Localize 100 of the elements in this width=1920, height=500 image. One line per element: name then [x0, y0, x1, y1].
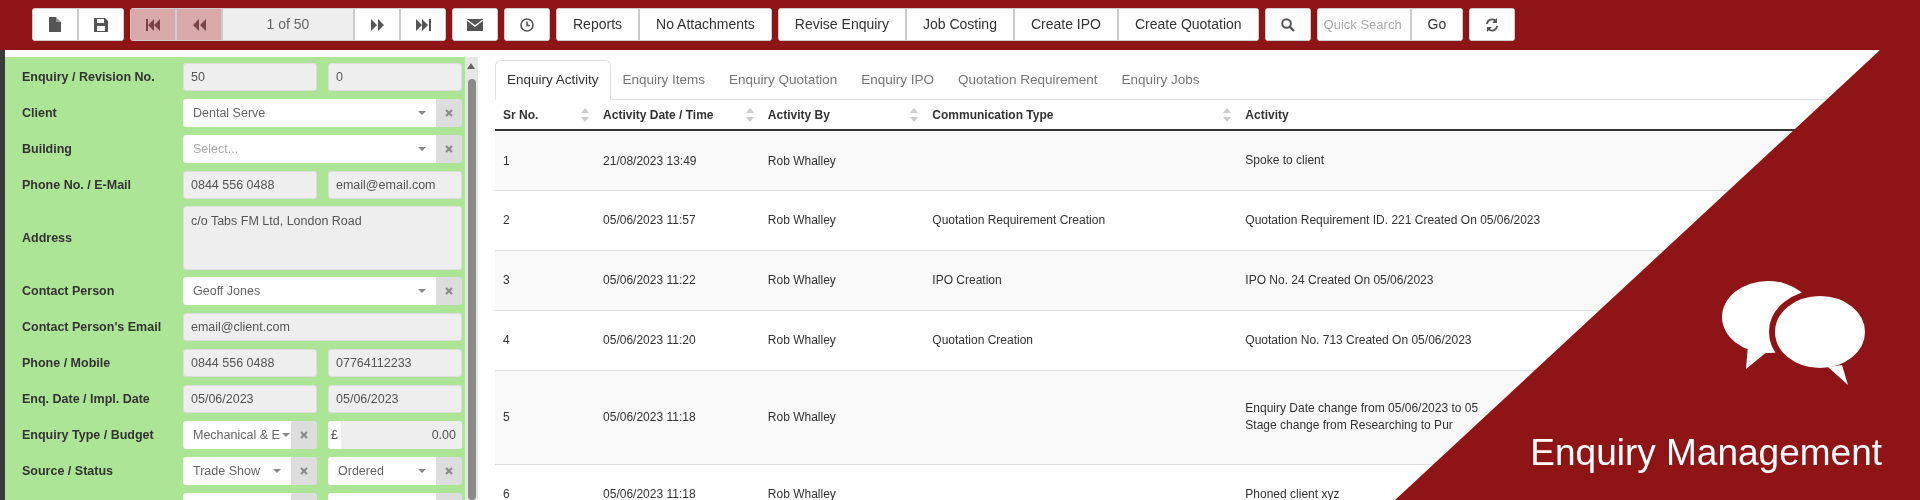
column-header[interactable]: Activity	[1245, 107, 1289, 122]
table-cell: Rob Whalley	[767, 410, 836, 425]
sort-icon[interactable]	[910, 107, 919, 124]
table-cell: Rob Whalley	[767, 153, 836, 168]
table-cell: IPO Creation	[932, 273, 1002, 288]
field-label: Enq. Date / Impl. Date	[21, 390, 151, 408]
input-field[interactable]: 0844 556 0488	[183, 171, 317, 199]
clear-button[interactable]	[436, 457, 462, 485]
input-field[interactable]: 0	[328, 63, 462, 91]
table-cell: Enquiry Date change from 05/06/2023 to 05 Stage change from Researching to Pur	[1245, 399, 1479, 435]
sort-icon[interactable]	[745, 107, 754, 124]
tab[interactable]: Enquiry Jobs	[1109, 60, 1212, 101]
table-cell: Rob Whalley	[767, 487, 836, 500]
currency-symbol: £	[328, 421, 341, 449]
budget-field[interactable]: 0.00	[340, 421, 462, 449]
field-label: Source / Status	[21, 462, 114, 480]
field-label: Enquiry / Revision No.	[21, 68, 156, 86]
table-cell: 3	[503, 273, 510, 288]
field-label: Enquiry Type / Budget	[21, 426, 155, 444]
table-cell: 1	[503, 153, 510, 168]
table-cell: IPO No. 24 Created On 05/06/2023	[1245, 272, 1434, 290]
table-cell: Phoned client xyz	[1245, 486, 1340, 500]
page-counter: 1 of 50	[222, 8, 354, 41]
toolbar-button[interactable]: Create Quotation	[1118, 8, 1259, 41]
input-field[interactable]: email@client.com	[183, 313, 462, 341]
next-button[interactable]	[354, 8, 400, 41]
table-cell: Quotation Creation	[932, 333, 1034, 348]
table-cell: 05/06/2023 11:57	[603, 213, 696, 228]
toolbar-button[interactable]: Create IPO	[1013, 8, 1118, 41]
toolbar-button[interactable]: No Attachments	[639, 8, 772, 41]
close-icon	[445, 109, 453, 117]
table-cell: 2	[503, 213, 510, 228]
select-field[interactable]: Trade Show	[183, 457, 291, 485]
field-label: Phone / Mobile	[21, 354, 112, 372]
table-cell: Quotation Requirement ID. 221 Created On 05/06/2023	[1245, 212, 1541, 230]
sort-icon[interactable]	[581, 107, 590, 124]
table-cell: 6	[503, 487, 510, 500]
input-field[interactable]: 0844 556 0488	[183, 349, 317, 377]
quick-search-field[interactable]: Quick Search	[1316, 8, 1411, 41]
table-cell: Rob Whalley	[767, 333, 836, 348]
search-icon	[1280, 17, 1295, 32]
scrollbar[interactable]	[465, 57, 478, 500]
input-field[interactable]: 05/06/2023	[328, 385, 462, 413]
toolbar-button[interactable]: Reports	[556, 8, 640, 41]
new-button[interactable]	[32, 8, 78, 41]
clear-button[interactable]	[291, 421, 317, 449]
table-cell: 05/06/2023 11:22	[603, 273, 696, 288]
toolbar-button[interactable]: Go	[1410, 8, 1464, 41]
search-button[interactable]	[1264, 8, 1311, 41]
clear-button[interactable]	[436, 99, 462, 127]
last-button[interactable]	[400, 8, 446, 41]
select-field[interactable]: Ordered	[328, 457, 436, 485]
table-cell: 05/06/2023 11:20	[603, 333, 696, 348]
table-cell: 21/08/2023 13:49	[603, 153, 697, 168]
clear-button[interactable]	[291, 457, 317, 485]
field-label: Phone No. / E-Mail	[21, 176, 133, 194]
input-field[interactable]: email@email.com	[328, 171, 462, 199]
clear-button[interactable]	[436, 135, 462, 163]
select-field[interactable]: Geoff Jones	[183, 277, 436, 305]
input-field[interactable]: 07764112233	[328, 349, 462, 377]
tab[interactable]: Enquiry Items	[610, 60, 718, 101]
close-icon	[300, 467, 308, 475]
scroll-up-arrow-icon[interactable]	[467, 63, 475, 69]
select-field[interactable]: Mechanical & E	[183, 421, 291, 449]
tab[interactable]: Enquiry IPO	[849, 60, 946, 101]
address-field[interactable]: c/o Tabs FM Ltd, London Road	[183, 206, 462, 270]
history-button[interactable]	[504, 8, 550, 41]
close-icon	[445, 287, 453, 295]
envelope-icon	[467, 18, 483, 31]
refresh-icon	[1485, 17, 1500, 32]
rewind-icon	[192, 18, 206, 31]
select-field[interactable]: Dental Serve	[183, 99, 436, 127]
email-button[interactable]	[452, 8, 498, 41]
caret-icon	[418, 147, 426, 151]
file-icon	[49, 17, 61, 32]
sort-icon[interactable]	[1223, 107, 1232, 124]
table-cell: 4	[503, 333, 510, 348]
input-field[interactable]: 05/06/2023	[183, 385, 317, 413]
table-cell: 5	[503, 410, 510, 425]
clock-icon	[520, 17, 534, 32]
caret-icon	[273, 469, 281, 473]
tab[interactable]: Enquiry Activity	[495, 60, 611, 101]
toolbar-button[interactable]: Job Costing	[906, 8, 1014, 41]
caret-icon	[418, 469, 426, 473]
table-cell: 05/06/2023 11:18	[603, 410, 696, 425]
clear-button[interactable]	[436, 277, 462, 305]
toolbar-button[interactable]: Revise Enquiry	[777, 8, 906, 41]
caret-icon	[418, 289, 426, 293]
tab[interactable]: Enquiry Quotation	[717, 60, 850, 101]
field-label: Contact Person	[21, 282, 116, 300]
table-cell: Quotation No. 713 Created On 05/06/2023	[1245, 332, 1472, 350]
table-cell: Quotation Requirement Creation	[932, 213, 1106, 228]
close-icon	[445, 467, 453, 475]
tab[interactable]: Quotation Requirement	[945, 60, 1110, 101]
input-field[interactable]: 50	[183, 63, 317, 91]
refresh-button[interactable]	[1469, 8, 1516, 41]
table-cell: Rob Whalley	[767, 273, 836, 288]
save-button[interactable]	[78, 8, 124, 41]
skip-forward-icon	[415, 18, 431, 31]
banner-title: Enquiry Management	[1530, 430, 1882, 475]
